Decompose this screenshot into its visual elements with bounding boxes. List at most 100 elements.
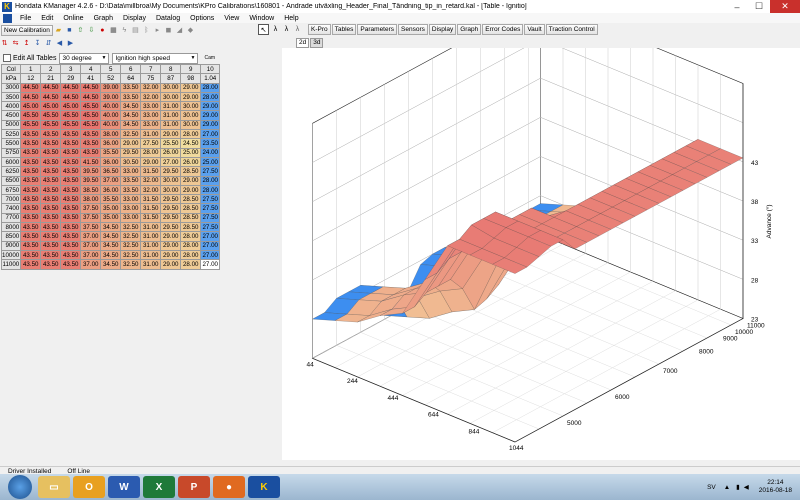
table-cell[interactable]: 33.00 xyxy=(120,203,142,214)
table-cell[interactable]: 33.00 xyxy=(120,212,142,224)
table-cell[interactable]: 31.00 xyxy=(140,222,162,233)
rpm-header-cell[interactable]: 8000 xyxy=(0,222,22,233)
table-cell[interactable]: 43.50 xyxy=(60,212,82,224)
rpm-header-cell[interactable]: 5500 xyxy=(0,138,22,149)
table-tool-1-icon[interactable]: ⇅ xyxy=(0,38,9,47)
tray-arrow-icon[interactable]: ▲ xyxy=(724,484,730,491)
table-cell[interactable]: 43.50 xyxy=(20,222,42,233)
table-cell[interactable]: 28.50 xyxy=(180,212,202,224)
table-cell[interactable]: 43.50 xyxy=(20,156,42,168)
table-cell[interactable]: 29.50 xyxy=(160,212,182,224)
table-cell[interactable]: 44.50 xyxy=(60,82,82,93)
menu-help[interactable]: Help xyxy=(279,15,303,22)
table-cell[interactable]: 33.00 xyxy=(140,101,162,112)
table-cell[interactable]: 33.50 xyxy=(120,175,142,186)
table-cell[interactable]: 43.50 xyxy=(60,147,82,158)
table-cell[interactable]: 34.50 xyxy=(100,222,122,233)
rpm-header-cell[interactable]: 11000 xyxy=(0,259,22,270)
rpm-header-cell[interactable]: 3500 xyxy=(0,91,22,103)
tab-sensors[interactable]: Sensors xyxy=(398,24,428,35)
datalog-play-icon[interactable]: ▸ xyxy=(153,26,162,35)
table-cell[interactable]: 37.00 xyxy=(80,249,102,261)
table-cell[interactable]: 32.00 xyxy=(140,82,162,93)
clock[interactable]: 22:14 2016-08-18 xyxy=(759,479,792,495)
table-cell[interactable]: 34.50 xyxy=(100,231,122,242)
table-cell[interactable]: 27.00 xyxy=(200,129,221,140)
lambda-icon[interactable]: λ xyxy=(271,25,280,34)
bluetooth-icon[interactable]: ᛒ xyxy=(142,26,151,35)
lambda-3-icon[interactable]: λ xyxy=(293,25,302,34)
ignition-surface-plot[interactable]: 4338332823Advance (°)5000600070008000900… xyxy=(282,0,800,460)
table-cell[interactable]: 28.00 xyxy=(140,147,162,158)
table-cell[interactable]: 41.50 xyxy=(80,156,102,168)
table-cell[interactable]: 37.00 xyxy=(80,240,102,251)
table-cell[interactable]: 43.50 xyxy=(60,138,82,149)
table-cell[interactable]: 29.00 xyxy=(200,101,221,112)
arrow-left-icon[interactable]: ◀ xyxy=(55,38,64,47)
rpm-header-cell[interactable]: 10000 xyxy=(0,249,22,261)
close-button[interactable]: ✕ xyxy=(770,0,800,13)
table-cell[interactable]: 36.00 xyxy=(100,184,122,196)
table-cell[interactable]: 39.00 xyxy=(100,91,122,103)
table-cell[interactable]: 28.00 xyxy=(180,231,202,242)
table-cell[interactable]: 33.00 xyxy=(140,110,162,121)
edit-all-checkbox[interactable] xyxy=(3,54,11,62)
table-cell[interactable]: 31.00 xyxy=(160,119,182,131)
menu-online[interactable]: Online xyxy=(58,15,88,22)
table-cell[interactable]: 43.50 xyxy=(20,184,42,196)
column-number[interactable]: 1 xyxy=(20,63,42,75)
table-cell[interactable]: 29.00 xyxy=(160,249,182,261)
table-cell[interactable]: 27.50 xyxy=(200,194,221,205)
table-cell[interactable]: 32.50 xyxy=(120,129,142,140)
minimize-button[interactable]: – xyxy=(726,0,748,13)
table-cell[interactable]: 29.50 xyxy=(160,222,182,233)
menu-view[interactable]: View xyxy=(219,15,244,22)
table-cell[interactable]: 30.00 xyxy=(160,82,182,93)
table-cell[interactable]: 27.50 xyxy=(140,138,162,149)
table-cell[interactable]: 40.00 xyxy=(100,110,122,121)
table-cell[interactable]: 43.50 xyxy=(60,175,82,186)
save-icon[interactable]: ■ xyxy=(65,26,74,35)
table-cell[interactable]: 29.00 xyxy=(200,110,221,121)
table-cell[interactable]: 33.50 xyxy=(120,91,142,103)
table-cell[interactable]: 26.00 xyxy=(160,147,182,158)
rpm-header-cell[interactable]: 5250 xyxy=(0,129,22,140)
rpm-header-cell[interactable]: 4500 xyxy=(0,110,22,121)
rpm-header-cell[interactable]: 9000 xyxy=(0,240,22,251)
kpa-header-cell[interactable]: 98 xyxy=(180,73,202,84)
menu-datalog[interactable]: Datalog xyxy=(151,15,185,22)
table-cell[interactable]: 43.50 xyxy=(20,166,42,177)
table-cell[interactable]: 29.50 xyxy=(160,194,182,205)
tab-graph[interactable]: Graph xyxy=(457,24,482,35)
table-cell[interactable]: 30.50 xyxy=(120,156,142,168)
table-cell[interactable]: 30.00 xyxy=(180,119,202,131)
table-cell[interactable]: 43.50 xyxy=(60,166,82,177)
table-cell[interactable]: 43.50 xyxy=(60,240,82,251)
table-cell[interactable]: 43.50 xyxy=(40,249,62,261)
table-cell[interactable]: 28.00 xyxy=(200,82,221,93)
datalog-stop-icon[interactable]: ◼ xyxy=(164,26,173,35)
table-cell[interactable]: 29.50 xyxy=(120,147,142,158)
powerpoint-icon[interactable]: P xyxy=(178,476,210,498)
outlook-icon[interactable]: O xyxy=(73,476,105,498)
table-cell[interactable]: 29.00 xyxy=(160,240,182,251)
table-cell[interactable]: 45.50 xyxy=(60,119,82,131)
table-cell[interactable]: 28.50 xyxy=(180,203,202,214)
table-cell[interactable]: 26.00 xyxy=(180,156,202,168)
table-cell[interactable]: 40.00 xyxy=(100,101,122,112)
table-cell[interactable]: 45.50 xyxy=(20,110,42,121)
rpm-header-cell[interactable]: 7400 xyxy=(0,203,22,214)
table-cell[interactable]: 31.00 xyxy=(140,129,162,140)
table-cell[interactable]: 31.00 xyxy=(140,259,162,270)
table-cell[interactable]: 43.50 xyxy=(40,194,62,205)
table-cell[interactable]: 44.50 xyxy=(20,82,42,93)
table-cell[interactable]: 36.00 xyxy=(100,156,122,168)
table-cell[interactable]: 43.50 xyxy=(20,138,42,149)
surface-plot-area[interactable]: 43 38 33 28 23 Advance (°) 5000 6000 7000 8000 900… xyxy=(282,0,800,460)
menu-graph[interactable]: Graph xyxy=(89,15,118,22)
plug-icon[interactable]: ϟ xyxy=(120,26,129,35)
table-cell[interactable]: 32.50 xyxy=(120,231,142,242)
table-cell[interactable]: 43.50 xyxy=(40,259,62,270)
new-calibration-button[interactable]: New Calibration xyxy=(1,24,53,36)
table-cell[interactable]: 29.00 xyxy=(200,119,221,131)
